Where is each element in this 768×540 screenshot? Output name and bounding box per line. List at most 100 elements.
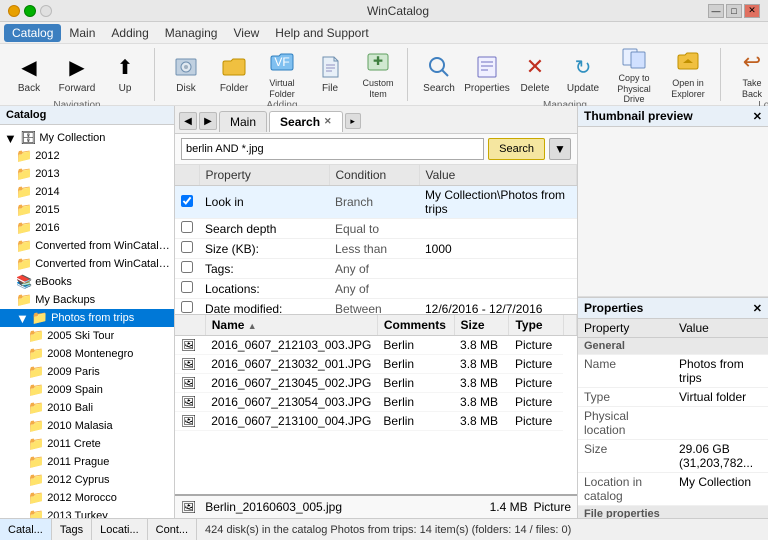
tree-item-2011-prague[interactable]: 📁 2011 Prague: [0, 453, 174, 471]
table-row[interactable]: 🖼 2016_0607_213054_003.JPG Berlin 3.8 MB…: [175, 393, 577, 412]
take-back-button[interactable]: ↩ TakeBack: [729, 48, 768, 100]
tree-item-2012[interactable]: 📁 2012: [0, 147, 174, 165]
tree-item-2009-paris[interactable]: 📁 2009 Paris: [0, 363, 174, 381]
app-title: WinCatalog: [88, 4, 708, 18]
status-tab-cont[interactable]: Cont...: [148, 519, 197, 540]
file-col-name[interactable]: Name ▲: [205, 315, 377, 336]
tree-item-2011-crete[interactable]: 📁 2011 Crete: [0, 435, 174, 453]
table-row[interactable]: 🖼 2016_0607_213100_004.JPG Berlin 3.8 MB…: [175, 412, 577, 431]
traffic-light-gray: [40, 5, 52, 17]
search-options-button[interactable]: ▼: [549, 138, 571, 160]
tab-nav-forward[interactable]: ▶: [199, 112, 217, 130]
update-label: Update: [567, 83, 599, 95]
tree-item-2009-spain[interactable]: 📁 2009 Spain: [0, 381, 174, 399]
table-row[interactable]: 🖼 2016_0607_212103_003.JPG Berlin 3.8 MB…: [175, 336, 577, 355]
menu-adding[interactable]: Adding: [103, 24, 156, 42]
delete-label: Delete: [521, 83, 550, 95]
menu-help[interactable]: Help and Support: [267, 24, 376, 42]
virtual-folder-button[interactable]: VF VirtualFolder: [259, 48, 305, 100]
file-col-type[interactable]: Type: [509, 315, 564, 336]
status-tab-locati[interactable]: Locati...: [92, 519, 148, 540]
criteria-check[interactable]: [181, 241, 193, 253]
file-name: 2016_0607_213032_001.JPG: [205, 355, 377, 374]
properties-panel-close[interactable]: ✕: [753, 302, 762, 315]
tab-main[interactable]: Main: [219, 111, 267, 132]
file-col-comments[interactable]: Comments: [377, 315, 454, 336]
file-icon: [316, 53, 344, 81]
tab-search[interactable]: Search ✕: [269, 111, 343, 132]
tree-item-2014[interactable]: 📁 2014: [0, 183, 174, 201]
criteria-check[interactable]: [181, 221, 193, 233]
disk-button[interactable]: Disk: [163, 48, 209, 100]
table-row[interactable]: 🖼 2016_0607_213045_002.JPG Berlin 3.8 MB…: [175, 374, 577, 393]
tree-item-my-backups[interactable]: 📁 My Backups: [0, 291, 174, 309]
menu-view[interactable]: View: [225, 24, 267, 42]
properties-button[interactable]: Properties: [464, 48, 510, 100]
folder-icon: 📁: [16, 166, 32, 182]
tree-item-my-collection[interactable]: ▼ 🗄 My Collection: [0, 129, 174, 147]
file-size: 3.8 MB: [454, 336, 509, 355]
table-row[interactable]: 🖼 2016_0607_213032_001.JPG Berlin 3.8 MB…: [175, 355, 577, 374]
file-comments: Berlin: [377, 374, 454, 393]
tree-item-photos-from-trips[interactable]: ▼ 📁 Photos from trips: [0, 309, 174, 327]
close-button[interactable]: ✕: [744, 4, 760, 18]
search-button[interactable]: Search: [416, 48, 462, 100]
main-area: Catalog ▼ 🗄 My Collection 📁 2012 📁 2013 …: [0, 106, 768, 518]
tree-item-2016[interactable]: 📁 2016: [0, 219, 174, 237]
tab-search-close[interactable]: ✕: [324, 116, 332, 127]
status-tab-catalog[interactable]: Catal...: [0, 519, 52, 540]
tree-item-converted-2009[interactable]: 📁 Converted from WinCatalog 2009 Col: [0, 255, 174, 273]
tree-item-2013-turkey[interactable]: 📁 2013 Turkey: [0, 507, 174, 518]
update-button[interactable]: ↻ Update: [560, 48, 606, 100]
tree-item-ebooks[interactable]: 📚 eBooks: [0, 273, 174, 291]
delete-button[interactable]: ✕ Delete: [512, 48, 558, 100]
traffic-light-green: [24, 5, 36, 17]
tree-item-2015[interactable]: 📁 2015: [0, 201, 174, 219]
right-panel: Thumbnail preview ✕ Properties ✕ Propert…: [578, 106, 768, 518]
search-input[interactable]: [181, 138, 484, 160]
tab-add-button[interactable]: ▸: [345, 113, 361, 129]
copy-to-physical-button[interactable]: Copy toPhysical Drive: [608, 48, 660, 100]
menu-catalog[interactable]: Catalog: [4, 24, 61, 42]
folder-icon: 📁: [16, 202, 32, 218]
criteria-check[interactable]: [181, 281, 193, 293]
tree-item-2005[interactable]: 📁 2005 Ski Tour: [0, 327, 174, 345]
criteria-check[interactable]: [181, 261, 193, 273]
file-type: Picture: [509, 374, 564, 393]
file-col-scroll: [563, 315, 576, 336]
folder-icon: 📁: [28, 436, 44, 452]
delete-icon: ✕: [521, 53, 549, 81]
tree-item-converted-light[interactable]: 📁 Converted from WinCatalog Light Co: [0, 237, 174, 255]
tree-item-2012-morocco[interactable]: 📁 2012 Morocco: [0, 489, 174, 507]
minimize-button[interactable]: —: [708, 4, 724, 18]
criteria-check[interactable]: [181, 195, 193, 207]
criteria-check[interactable]: [181, 301, 193, 313]
maximize-button[interactable]: □: [726, 4, 742, 18]
search-execute-button[interactable]: Search: [488, 138, 545, 160]
toolbar-group-navigation: ◀ Back ▶ Forward ⬆ Up Navigation: [6, 48, 155, 101]
thumbnail-panel-close[interactable]: ✕: [753, 110, 762, 123]
svg-text:VF: VF: [274, 55, 289, 69]
criteria-value: 1000: [419, 239, 577, 259]
open-in-explorer-button[interactable]: Open inExplorer: [662, 48, 714, 100]
up-button[interactable]: ⬆ Up: [102, 48, 148, 100]
tree-item-2008[interactable]: 📁 2008 Montenegro: [0, 345, 174, 363]
tree-item-2012-cyprus[interactable]: 📁 2012 Cyprus: [0, 471, 174, 489]
file-col-size[interactable]: Size: [454, 315, 509, 336]
file-button[interactable]: File: [307, 48, 353, 100]
menu-managing[interactable]: Managing: [157, 24, 226, 42]
folder-icon: 📁: [28, 400, 44, 416]
tree-item-2013[interactable]: 📁 2013: [0, 165, 174, 183]
folder-icon: 📚: [16, 274, 32, 290]
tab-nav-back[interactable]: ◀: [179, 112, 197, 130]
criteria-row: Locations: Any of: [175, 279, 577, 299]
tree-item-2010-malasia[interactable]: 📁 2010 Malasia: [0, 417, 174, 435]
folder-button[interactable]: Folder: [211, 48, 257, 100]
menu-main[interactable]: Main: [61, 24, 103, 42]
forward-button[interactable]: ▶ Forward: [54, 48, 100, 100]
custom-item-button[interactable]: ✚ CustomItem: [355, 48, 401, 100]
tab-search-label: Search: [280, 115, 320, 129]
status-tab-tags[interactable]: Tags: [52, 519, 92, 540]
tree-item-2010-bali[interactable]: 📁 2010 Bali: [0, 399, 174, 417]
back-button[interactable]: ◀ Back: [6, 48, 52, 100]
